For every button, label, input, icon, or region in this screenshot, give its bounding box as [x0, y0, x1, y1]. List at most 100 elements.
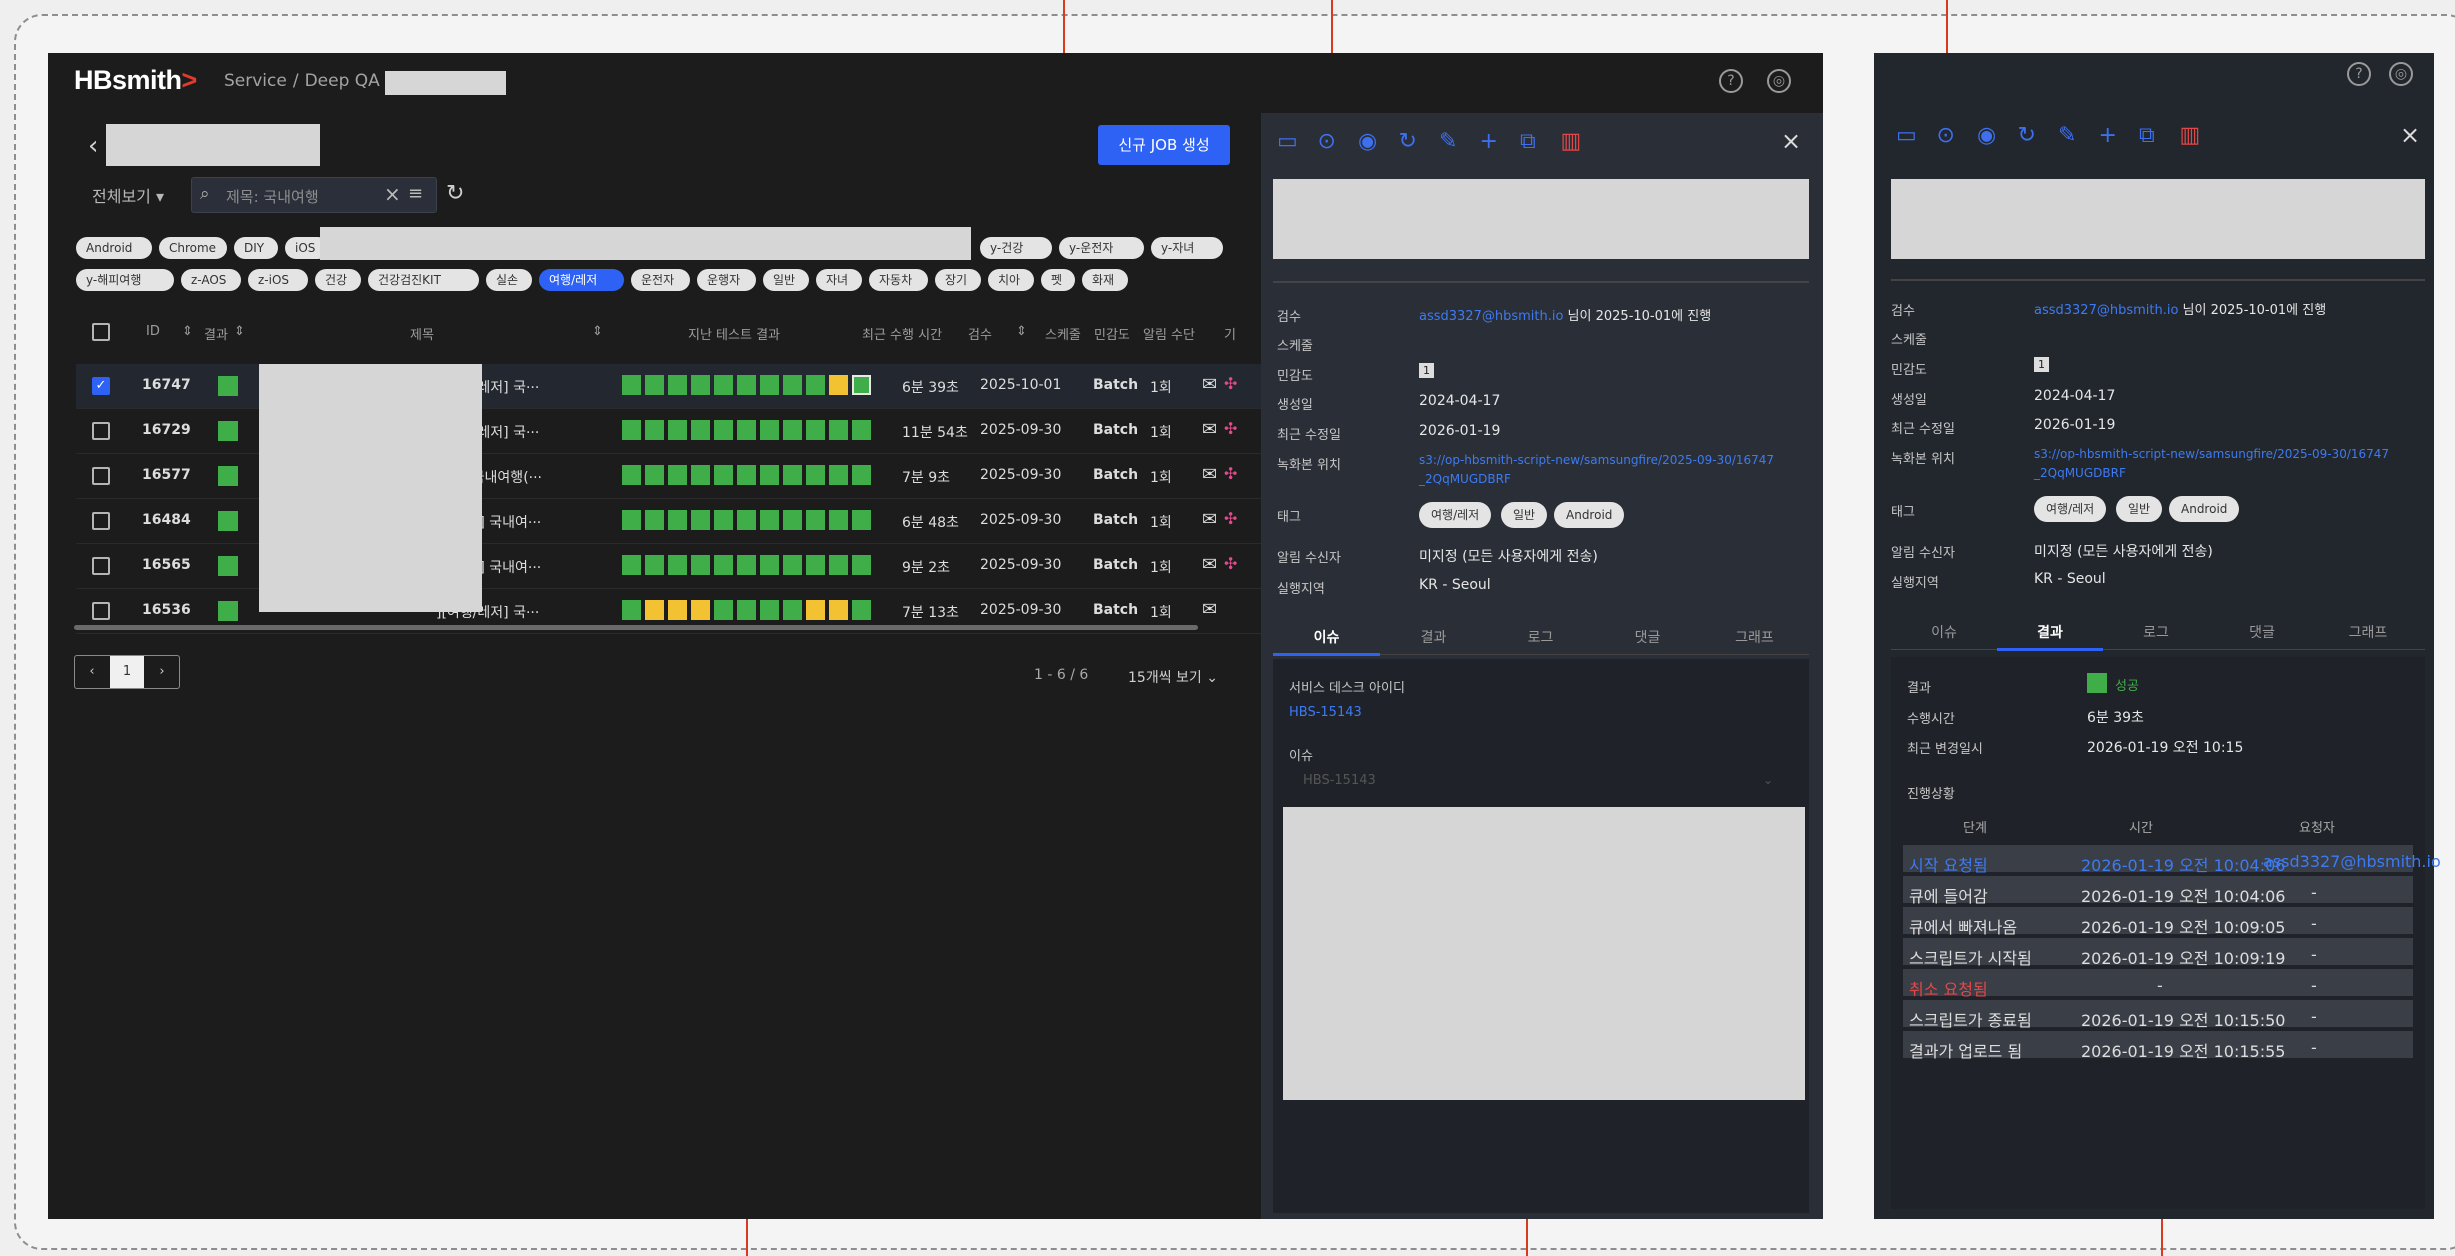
filter-tag[interactable]: 건강	[315, 269, 361, 291]
history-cell[interactable]	[622, 510, 641, 530]
filter-tag[interactable]: 일반	[763, 269, 809, 291]
delete-icon[interactable]: ▥	[2180, 123, 2201, 148]
help-icon[interactable]: ?	[1719, 69, 1743, 93]
tab-graph[interactable]: 그래프	[2315, 622, 2421, 642]
filter-tag[interactable]: y-운전자	[1059, 237, 1144, 259]
history-cell[interactable]	[645, 510, 664, 530]
history-cell[interactable]	[714, 510, 733, 530]
page-1-button[interactable]: 1	[110, 656, 144, 688]
header-checkbox[interactable]	[92, 323, 110, 341]
history-cell[interactable]	[806, 600, 825, 620]
add-icon[interactable]: +	[2099, 123, 2117, 148]
history-cell[interactable]	[852, 420, 871, 440]
filter-tag[interactable]: 운행자	[697, 269, 756, 291]
tab-graph[interactable]: 그래프	[1701, 627, 1808, 647]
breadcrumb-deepqa[interactable]: Deep QA	[305, 71, 380, 91]
history-cell[interactable]	[783, 600, 802, 620]
edit-icon[interactable]: ✎	[2058, 123, 2076, 148]
record-path-link-2[interactable]: _2QqMUGDBRF	[1419, 472, 1511, 486]
history-cell[interactable]	[737, 465, 756, 485]
col-sensitivity[interactable]: 민감도	[1094, 324, 1130, 343]
history-cell[interactable]	[622, 600, 641, 620]
history-cell[interactable]	[668, 465, 687, 485]
play-icon[interactable]: ⊙	[1318, 129, 1336, 154]
history-cell[interactable]	[668, 375, 687, 395]
history-cell[interactable]	[760, 555, 779, 575]
history-cell[interactable]	[806, 465, 825, 485]
issue-select[interactable]: HBS-15143	[1303, 773, 1376, 788]
filter-tag[interactable]: 자녀	[816, 269, 862, 291]
history-cell[interactable]	[852, 555, 871, 575]
user-icon[interactable]: ◎	[1767, 69, 1791, 93]
reviewer-link[interactable]: assd3327@hbsmith.io	[2034, 303, 2178, 318]
history-cell[interactable]	[691, 555, 710, 575]
view-all-dropdown[interactable]: 전체보기 ▾	[92, 183, 164, 207]
history-cell[interactable]	[622, 465, 641, 485]
history-cell[interactable]	[783, 375, 802, 395]
history-cell[interactable]	[737, 420, 756, 440]
filter-tag[interactable]: 건강검진KIT	[368, 269, 479, 291]
tab-comment[interactable]: 댓글	[1594, 627, 1701, 647]
history-cell[interactable]	[622, 375, 641, 395]
detail-tag[interactable]: Android	[1554, 502, 1625, 528]
search-input[interactable]: ⌕ 제목: 국내여행 × ≡	[191, 177, 437, 213]
filter-tag[interactable]: 자동차	[869, 269, 928, 291]
table-row[interactable]: 16565 행/레저] 국내여··· 9분 2초 2025-09-30 Batch 1회 ✉…	[76, 544, 1281, 589]
history-cell[interactable]	[714, 555, 733, 575]
refresh-icon[interactable]: ↻	[2018, 123, 2036, 148]
filter-tag[interactable]: 화재	[1082, 269, 1128, 291]
row-checkbox[interactable]	[92, 602, 110, 620]
filter-tag[interactable]: z-iOS	[248, 269, 308, 291]
history-cell[interactable]	[645, 375, 664, 395]
history-cell[interactable]	[622, 420, 641, 440]
window-icon[interactable]: ▭	[1896, 123, 1917, 148]
row-checkbox[interactable]: ✓	[92, 377, 110, 395]
history-cell[interactable]	[645, 465, 664, 485]
prev-page-button[interactable]: ‹	[75, 656, 109, 688]
stop-icon[interactable]: ◉	[1358, 129, 1377, 154]
history-cell[interactable]	[829, 420, 848, 440]
filter-tag[interactable]: 펫	[1041, 269, 1075, 291]
history-cell[interactable]	[645, 420, 664, 440]
history-cell[interactable]	[668, 510, 687, 530]
tab-log[interactable]: 로그	[1487, 627, 1594, 647]
copy-icon[interactable]: ⧉	[2139, 123, 2155, 148]
record-path-link[interactable]: s3://op-hbsmith-script-new/samsungfire/2…	[2034, 447, 2389, 461]
tab-issue[interactable]: 이슈	[1273, 627, 1380, 647]
history-cell[interactable]	[691, 420, 710, 440]
record-path-link-2[interactable]: _2QqMUGDBRF	[2034, 466, 2126, 480]
tab-log[interactable]: 로그	[2103, 622, 2209, 642]
history-cell[interactable]	[783, 420, 802, 440]
user-icon[interactable]: ◎	[2389, 62, 2413, 86]
filter-tag[interactable]: 여행/레저	[539, 269, 624, 291]
stop-icon[interactable]: ◉	[1977, 123, 1996, 148]
detail-tag[interactable]: Android	[2169, 496, 2240, 522]
refresh-icon[interactable]: ↻	[446, 181, 464, 206]
history-cell[interactable]	[829, 510, 848, 530]
filter-tag[interactable]: 장기	[935, 269, 981, 291]
history-cell[interactable]	[737, 510, 756, 530]
filter-tag[interactable]: y-건강	[980, 237, 1052, 259]
horizontal-scrollbar[interactable]	[74, 625, 1198, 630]
history-cell[interactable]	[668, 555, 687, 575]
history-cell[interactable]	[760, 510, 779, 530]
history-cell[interactable]	[829, 375, 848, 395]
filter-tag[interactable]: Chrome	[159, 237, 227, 259]
record-path-link[interactable]: s3://op-hbsmith-script-new/samsungfire/2…	[1419, 453, 1774, 467]
refresh-icon[interactable]: ↻	[1399, 129, 1417, 154]
history-cell[interactable]	[714, 465, 733, 485]
clear-icon[interactable]: ×	[384, 182, 401, 206]
row-checkbox[interactable]	[92, 557, 110, 575]
history-cell[interactable]	[645, 555, 664, 575]
filter-tag[interactable]: DIY	[234, 237, 278, 259]
history-cell[interactable]	[760, 375, 779, 395]
table-row[interactable]: ✓ 16747][여행/레저] 국··· 6분 39초 2025-10-01 Batch…	[76, 364, 1281, 409]
breadcrumb-service[interactable]: Service	[224, 71, 287, 91]
row-checkbox[interactable]	[92, 467, 110, 485]
col-id[interactable]: ID	[146, 324, 160, 339]
sort-icon[interactable]: ⇕	[234, 324, 245, 339]
logo[interactable]: HBsmith>	[74, 65, 197, 96]
delete-icon[interactable]: ▥	[1561, 129, 1582, 154]
filter-tag[interactable]: 운전자	[631, 269, 690, 291]
detail-tag[interactable]: 여행/레저	[1419, 502, 1492, 528]
